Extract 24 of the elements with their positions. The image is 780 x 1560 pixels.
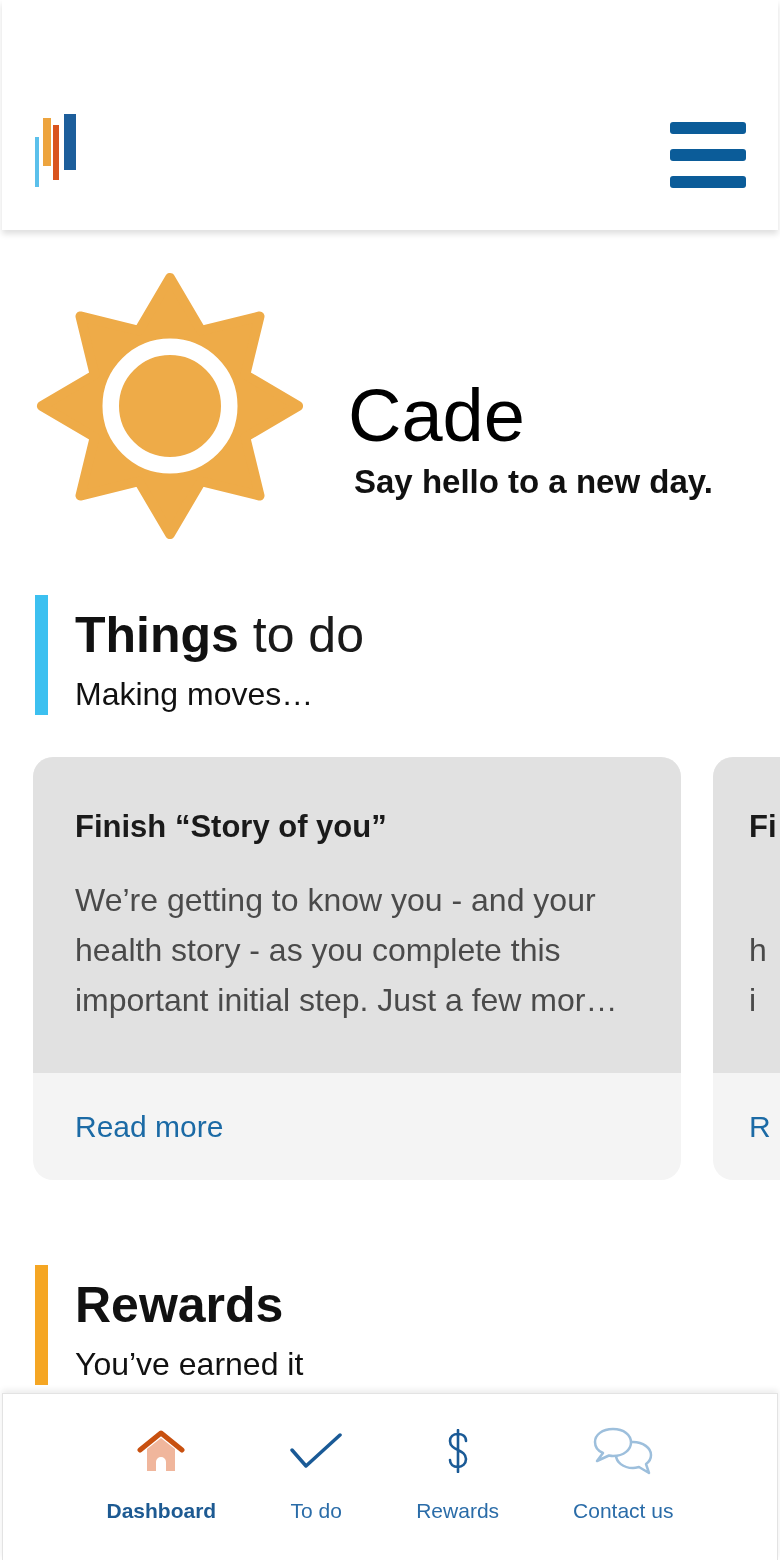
card-title: Finish “Story of you” bbox=[75, 808, 388, 846]
section-subtitle: Making moves… bbox=[75, 675, 315, 714]
nav-tab[interactable]: Dashboard bbox=[106, 1426, 217, 1526]
nav-tab[interactable]: To do bbox=[290, 1426, 343, 1526]
nav-tab[interactable]: Contact us bbox=[573, 1426, 674, 1526]
card-description: h i bbox=[749, 931, 767, 1020]
chat-icon bbox=[593, 1427, 654, 1475]
card-description: We’re getting to know you - and your health story - as you complete this important initial step. Just a few mor… bbox=[75, 881, 619, 1020]
home-icon bbox=[137, 1430, 186, 1472]
read-more-link[interactable]: Read more bbox=[75, 1106, 224, 1147]
user-name: Cade bbox=[348, 376, 526, 456]
section-title: Rewards bbox=[75, 1276, 285, 1335]
sun-icon bbox=[34, 270, 306, 542]
section-title: Things to do bbox=[75, 606, 364, 665]
logo-icon bbox=[34, 113, 76, 187]
checkmark-icon bbox=[290, 1433, 343, 1469]
read-more-link[interactable]: R bbox=[749, 1106, 771, 1147]
section-subtitle: You’ve earned it bbox=[75, 1345, 304, 1384]
todo-card[interactable]: Fi h i R bbox=[713, 757, 780, 1180]
todo-card[interactable]: Finish “Story of you” We’re getting to know you - and your health story - as you complete this important initial step. Just a few mor… Read more bbox=[33, 757, 681, 1180]
menu-icon[interactable] bbox=[670, 122, 746, 188]
greeting-text: Say hello to a new day. bbox=[354, 462, 713, 502]
nav-tab[interactable]: Rewards bbox=[416, 1426, 500, 1526]
card-title: Fi bbox=[749, 808, 778, 846]
